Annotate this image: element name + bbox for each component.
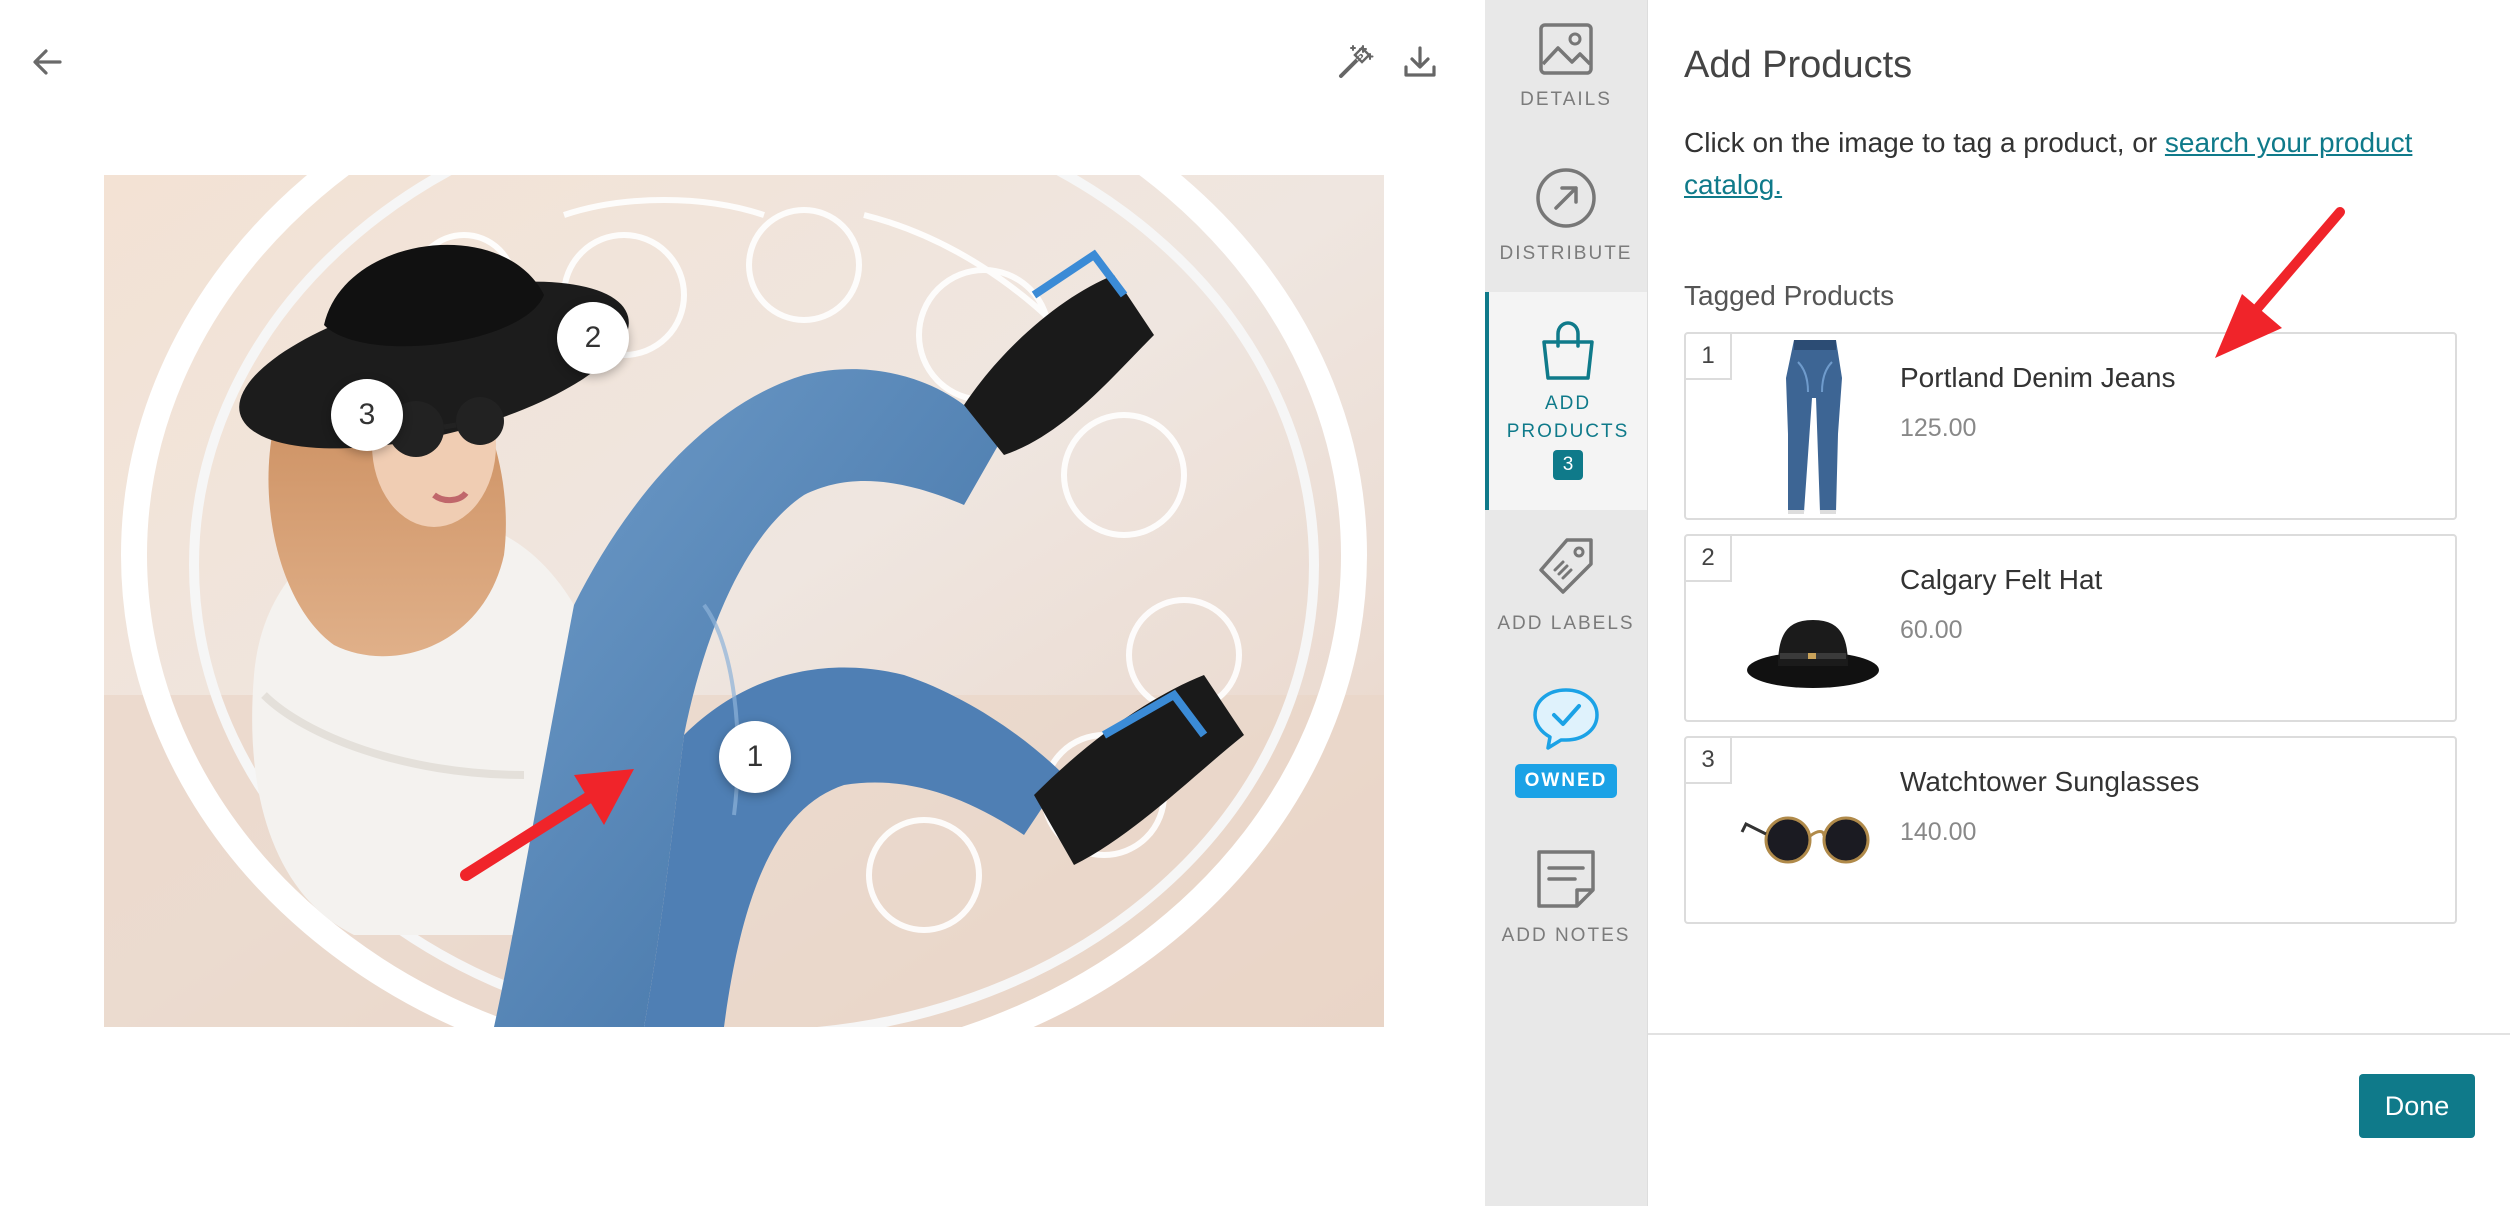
product-name: Calgary Felt Hat [1900, 564, 2103, 595]
product-number: 2 [1686, 536, 1732, 582]
rail-label-add-products-line1: ADD [1544, 393, 1592, 414]
rail-label-add-products: ADD PRODUCTS [1507, 390, 1630, 446]
product-card[interactable]: 2 Calgary Felt Hat 60.00 [1684, 534, 2457, 722]
download-button[interactable] [1400, 42, 1440, 82]
product-number: 1 [1686, 334, 1732, 380]
rail-label-add-labels: ADD LABELS [1497, 613, 1635, 634]
magic-wand-icon [1339, 45, 1374, 78]
rail-label-add-products-line2: PRODUCTS [1506, 421, 1630, 442]
panel-title: Add Products [1684, 44, 1913, 86]
rail-item-distribute[interactable]: DISTRIBUTE [1485, 166, 1647, 276]
rail-item-add-notes[interactable]: ADD NOTES [1485, 846, 1647, 956]
rail-label-add-notes: ADD NOTES [1501, 925, 1631, 946]
back-button[interactable] [26, 40, 70, 84]
product-card[interactable]: 3 Watchtower Sunglasses 140.00 [1684, 736, 2457, 924]
sunglasses-thumbnail [1740, 816, 1870, 864]
product-card[interactable]: 1 Portland Denim Jeans 125.00 [1684, 332, 2457, 520]
product-count-badge: 3 [1553, 450, 1583, 480]
done-button[interactable]: Done [2359, 1074, 2475, 1138]
image-editor-pane: 1 2 3 [0, 0, 1485, 1206]
instructions-text: Click on the image to tag a product, or [1684, 127, 2165, 158]
image-icon [1539, 23, 1593, 75]
arrow-left-icon [33, 49, 62, 75]
shopping-bag-icon [1542, 321, 1594, 380]
side-nav-rail: DETAILS DISTRIBUTE ADD PRODUCTS 3 ADD LA… [1485, 0, 1647, 1206]
owned-badge: OWNED [1514, 764, 1618, 798]
app-window: 1 2 3 DETAILS DISTRIBUTE ADD PRODUCTS 3 … [0, 0, 2510, 1206]
panel-instructions: Click on the image to tag a product, or … [1684, 122, 2474, 206]
note-icon [1537, 850, 1595, 908]
hat-thumbnail [1747, 620, 1879, 688]
product-name: Portland Denim Jeans [1900, 362, 2176, 393]
rail-item-owned[interactable]: OWNED [1485, 686, 1647, 806]
rail-item-details[interactable]: DETAILS [1485, 22, 1647, 132]
download-icon [1404, 46, 1436, 77]
product-price: 60.00 [1900, 616, 1963, 644]
product-price: 140.00 [1900, 818, 1977, 846]
tag-icon [1539, 538, 1593, 594]
rail-label-details: DETAILS [1520, 89, 1612, 110]
share-arrow-icon [1536, 168, 1596, 228]
product-hotspot-3[interactable]: 3 [331, 379, 403, 451]
product-hotspot-2[interactable]: 2 [557, 302, 629, 374]
product-price: 125.00 [1900, 414, 1977, 442]
check-bubble-icon [1533, 688, 1599, 750]
product-photo[interactable] [104, 175, 1384, 1027]
product-name: Watchtower Sunglasses [1900, 766, 2200, 797]
jeans-thumbnail [1786, 340, 1842, 514]
rail-label-distribute: DISTRIBUTE [1499, 243, 1633, 264]
product-hotspot-1[interactable]: 1 [719, 721, 791, 793]
rail-item-add-products[interactable]: ADD PRODUCTS 3 [1485, 292, 1647, 510]
magic-wand-button[interactable] [1335, 42, 1375, 82]
fashion-photo-illustration [104, 175, 1384, 1027]
footer-divider [1648, 1033, 2510, 1035]
add-products-panel: Add Products Click on the image to tag a… [1647, 0, 2510, 1206]
rail-item-add-labels[interactable]: ADD LABELS [1485, 534, 1647, 644]
tagged-products-heading: Tagged Products [1684, 280, 1895, 311]
product-number: 3 [1686, 738, 1732, 784]
